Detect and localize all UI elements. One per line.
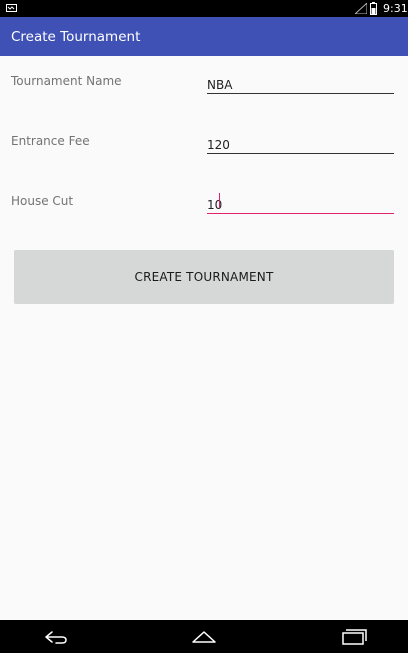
battery-icon <box>370 2 377 15</box>
house-cut-label: House Cut <box>11 194 74 208</box>
house-cut-row: House Cut <box>0 187 408 217</box>
status-clock: 9:31 <box>383 2 408 15</box>
entrance-fee-field-wrap <box>207 134 394 153</box>
tournament-name-input[interactable] <box>207 78 394 93</box>
tournament-name-underline <box>207 93 394 94</box>
tournament-name-field-wrap <box>207 74 394 93</box>
tournament-name-row: Tournament Name <box>0 67 408 97</box>
entrance-fee-input[interactable] <box>207 138 394 153</box>
house-cut-underline <box>207 213 394 214</box>
entrance-fee-underline <box>207 153 394 154</box>
signal-icon <box>355 3 367 14</box>
entrance-fee-label: Entrance Fee <box>11 134 90 148</box>
app-bar: Create Tournament <box>0 17 408 56</box>
house-cut-field-wrap <box>207 194 394 213</box>
create-tournament-button[interactable]: CREATE TOURNAMENT <box>14 250 394 304</box>
home-icon[interactable] <box>191 627 217 647</box>
house-cut-input[interactable] <box>207 198 394 213</box>
navigation-bar <box>0 620 408 653</box>
notification-icon <box>6 4 17 12</box>
status-bar: 9:31 <box>0 0 408 17</box>
page-title: Create Tournament <box>11 29 141 45</box>
back-icon[interactable] <box>42 627 68 647</box>
entrance-fee-row: Entrance Fee <box>0 127 408 157</box>
create-tournament-button-label: CREATE TOURNAMENT <box>134 270 274 284</box>
text-cursor <box>219 193 220 208</box>
recents-icon[interactable] <box>341 627 367 647</box>
tournament-name-label: Tournament Name <box>11 74 122 88</box>
